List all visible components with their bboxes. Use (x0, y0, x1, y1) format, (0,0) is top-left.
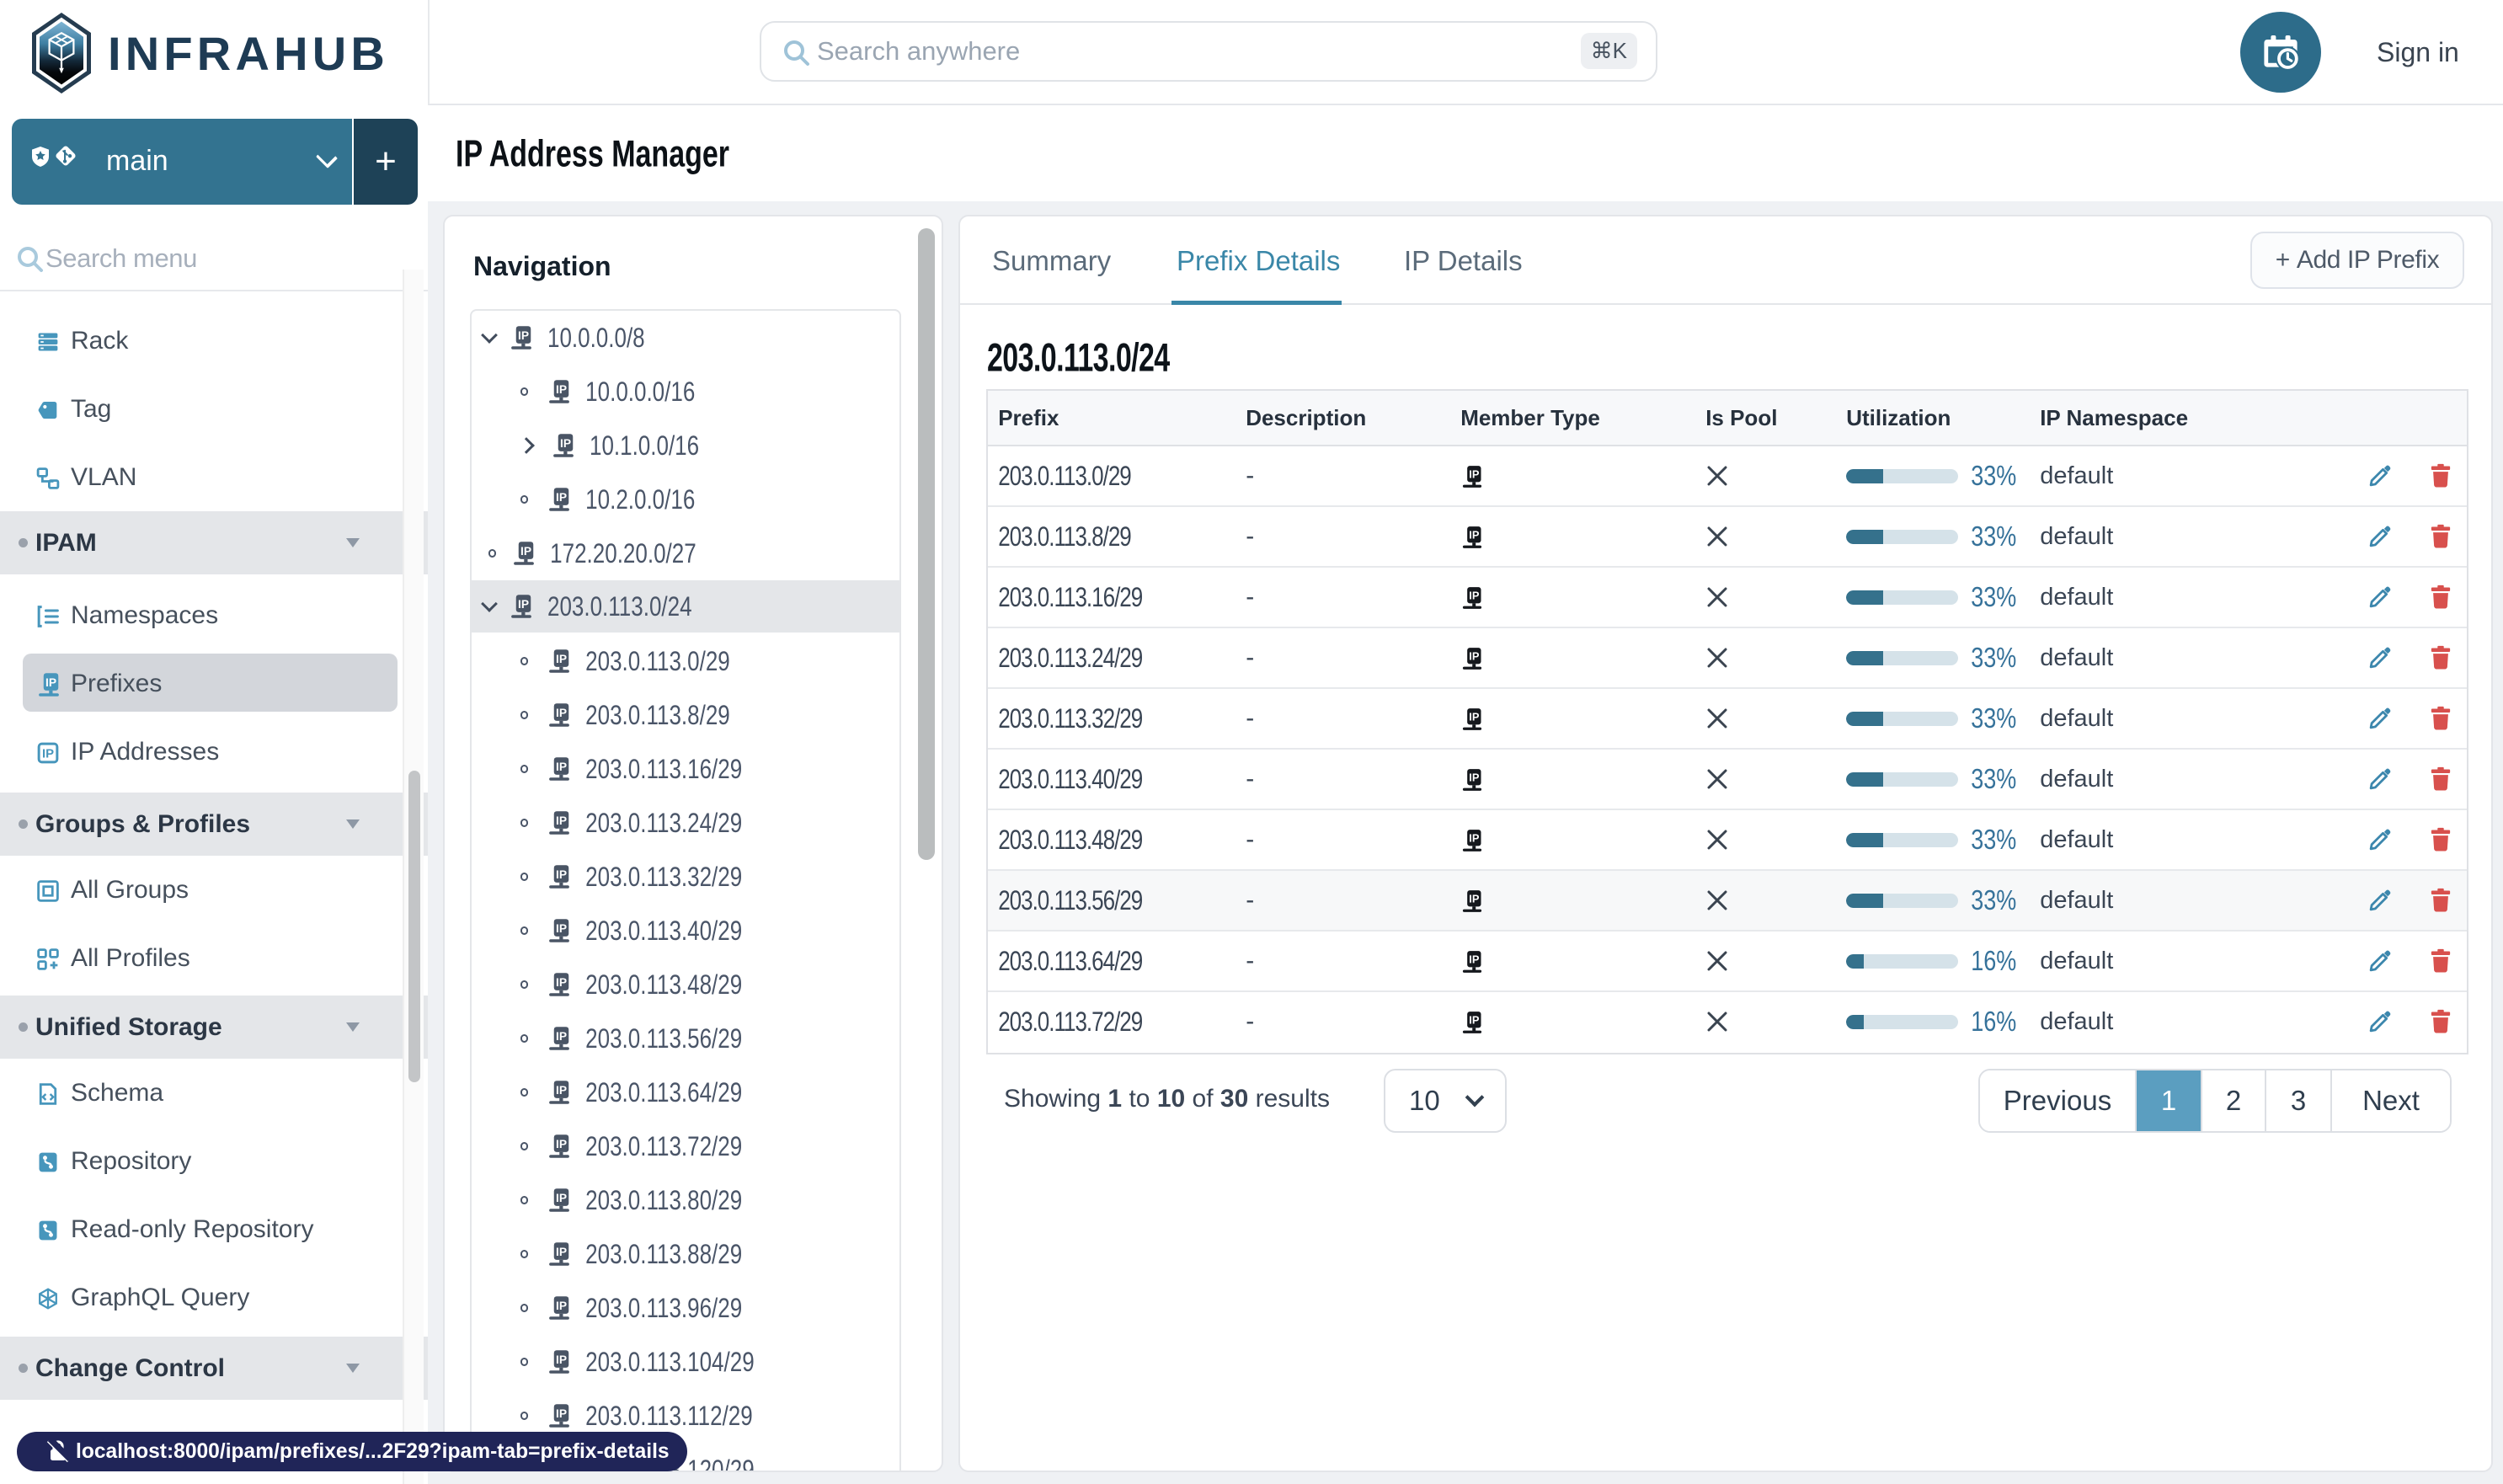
svg-text:IP: IP (556, 1030, 567, 1043)
svg-text:IP: IP (1469, 590, 1480, 602)
svg-text:IP: IP (560, 437, 571, 450)
svg-text:IP: IP (1469, 529, 1480, 542)
svg-text:IP: IP (556, 491, 567, 504)
svg-text:IP: IP (1469, 771, 1480, 784)
svg-text:IP: IP (556, 1192, 567, 1204)
svg-text:IP: IP (518, 598, 529, 611)
svg-text:IP: IP (556, 761, 567, 773)
svg-text:IP: IP (556, 1246, 567, 1258)
svg-text:IP: IP (1469, 953, 1480, 966)
svg-text:IP: IP (556, 1300, 567, 1312)
svg-text:IP: IP (45, 675, 56, 688)
svg-text:IP: IP (1469, 711, 1480, 723)
svg-text:IP: IP (1469, 650, 1480, 663)
svg-text:IP: IP (556, 1353, 567, 1366)
svg-text:IP: IP (1469, 1014, 1480, 1027)
svg-text:IP: IP (1469, 893, 1480, 905)
svg-text:IP: IP (556, 814, 567, 827)
svg-text:IP: IP (518, 329, 529, 342)
svg-text:IP: IP (1469, 468, 1480, 481)
svg-text:IP: IP (556, 653, 567, 665)
svg-text:IP: IP (556, 707, 567, 719)
svg-text:IP: IP (556, 1138, 567, 1150)
svg-text:IP: IP (520, 545, 531, 558)
svg-text:IP: IP (556, 1407, 567, 1420)
svg-text:IP: IP (556, 976, 567, 989)
svg-text:IP: IP (556, 922, 567, 935)
svg-text:IP: IP (556, 383, 567, 396)
svg-text:IP: IP (1469, 832, 1480, 845)
svg-text:IP: IP (556, 868, 567, 881)
svg-text:IP: IP (556, 1084, 567, 1097)
svg-text:IP: IP (42, 747, 54, 761)
